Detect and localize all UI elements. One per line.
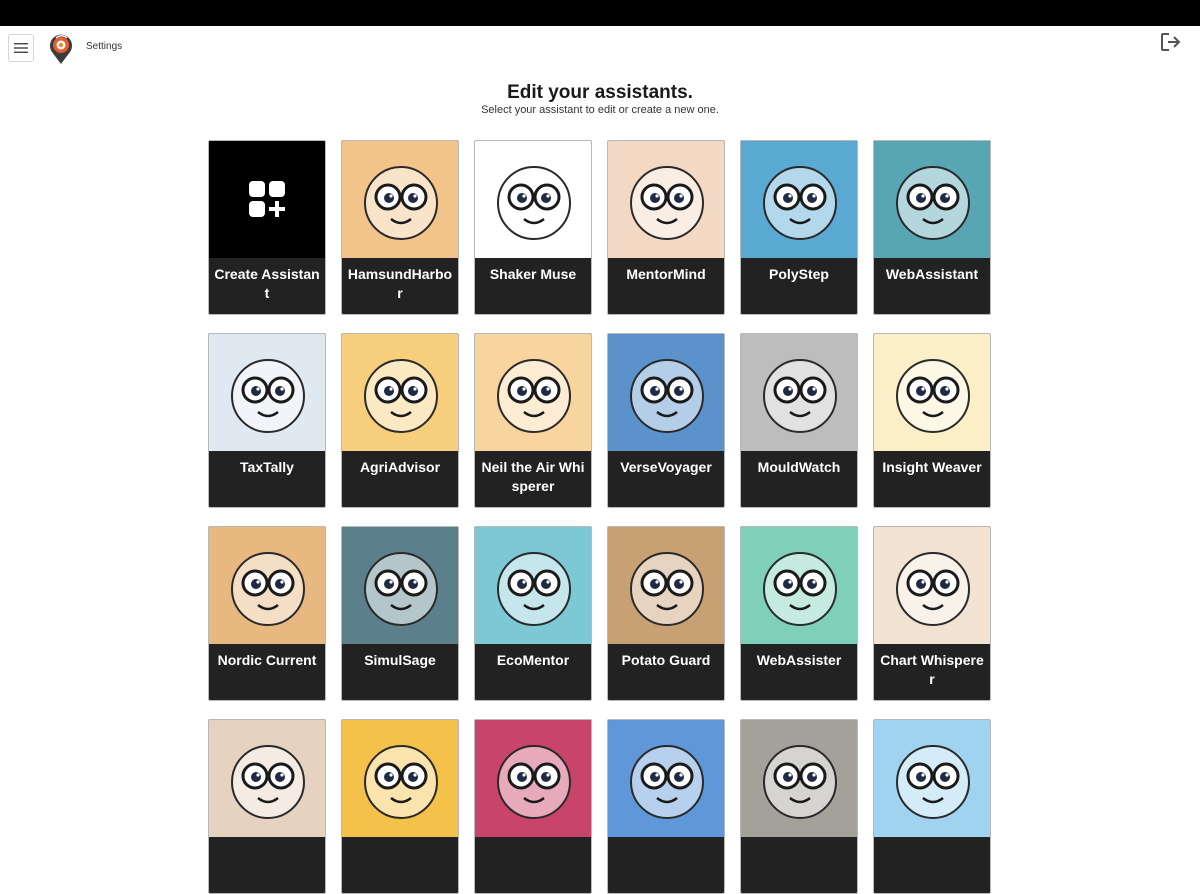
- app-logo-icon[interactable]: [47, 33, 75, 65]
- assistant-card[interactable]: [740, 719, 858, 894]
- card-label: WebAssister: [756, 652, 842, 668]
- sun-icon: [475, 527, 591, 644]
- owl-books-icon: [342, 141, 458, 258]
- settings-link[interactable]: Settings: [86, 41, 122, 52]
- lightbulb-icon: [209, 527, 325, 644]
- page-subtitle: Select your assistant to edit or create …: [481, 104, 719, 116]
- card-label: Shaker Muse: [489, 266, 577, 282]
- card-label: Chart Whisperer: [880, 652, 984, 687]
- assistant-card[interactable]: Chart Whisperer: [873, 526, 991, 701]
- assistant-card[interactable]: HamsundHarbor: [341, 140, 459, 315]
- card-label: Create Assistant: [214, 266, 320, 301]
- emoji-glasses-icon: [874, 141, 990, 258]
- hamburger-icon: [14, 43, 28, 53]
- colorful-brain-icon: [475, 720, 591, 837]
- assistant-card[interactable]: Insight Weaver: [873, 333, 991, 508]
- card-label: AgriAdvisor: [359, 459, 441, 475]
- helmet-face-icon: [342, 720, 458, 837]
- assistant-card[interactable]: AgriAdvisor: [341, 333, 459, 508]
- card-label: HamsundHarbor: [347, 266, 453, 301]
- card-label: WebAssistant: [885, 266, 979, 282]
- app-header: Settings: [0, 26, 1200, 72]
- assistant-card[interactable]: Shaker Muse: [474, 140, 592, 315]
- assistant-card[interactable]: Nordic Current: [208, 526, 326, 701]
- card-label: Nordic Current: [217, 652, 317, 668]
- card-label: MentorMind: [626, 266, 706, 282]
- assistant-card[interactable]: WebAssistant: [873, 140, 991, 315]
- calculator-icon: [209, 334, 325, 451]
- assistant-card[interactable]: Neil the Air Whisperer: [474, 333, 592, 508]
- card-label: EcoMentor: [496, 652, 570, 668]
- code-robot-icon: [874, 720, 990, 837]
- top-bar: [0, 0, 1200, 26]
- graduate-robot-icon: [608, 334, 724, 451]
- clipboard-robot-icon: [741, 527, 857, 644]
- logout-button[interactable]: [1160, 32, 1182, 52]
- helmet-robot-icon: [342, 527, 458, 644]
- card-label: SimulSage: [364, 652, 436, 668]
- card-label: TaxTally: [240, 459, 294, 475]
- assistant-card[interactable]: [474, 719, 592, 894]
- assistant-card[interactable]: SimulSage: [341, 526, 459, 701]
- cloud-icon: [741, 334, 857, 451]
- assistant-card[interactable]: Potato Guard: [607, 526, 725, 701]
- card-label: Insight Weaver: [882, 459, 982, 475]
- card-label: Neil the Air Whisperer: [481, 459, 585, 494]
- assistant-card[interactable]: [208, 719, 326, 894]
- assistant-card[interactable]: EcoMentor: [474, 526, 592, 701]
- graduate-owl-icon: [741, 720, 857, 837]
- magnifier-robot-icon: [874, 334, 990, 451]
- robot-pencil-icon: [608, 141, 724, 258]
- card-label: MouldWatch: [757, 459, 841, 475]
- owl-feather-icon: [475, 141, 591, 258]
- logout-icon: [1161, 33, 1181, 51]
- card-label: VerseVoyager: [620, 459, 712, 475]
- menu-button[interactable]: [8, 34, 34, 62]
- assistant-card[interactable]: VerseVoyager: [607, 333, 725, 508]
- chart-glasses-icon: [874, 527, 990, 644]
- card-label: Potato Guard: [621, 652, 711, 668]
- baby-robot-icon: [475, 334, 591, 451]
- grid-plus-icon: [209, 141, 325, 258]
- page-title: Edit your assistants.: [507, 82, 693, 103]
- assistant-card[interactable]: PolyStep: [740, 140, 858, 315]
- assistant-card[interactable]: MouldWatch: [740, 333, 858, 508]
- assistant-card[interactable]: MentorMind: [607, 140, 725, 315]
- bitcoin-owl-icon: [608, 720, 724, 837]
- assistant-card[interactable]: [607, 719, 725, 894]
- assistant-card[interactable]: WebAssister: [740, 526, 858, 701]
- shoe-icon: [741, 141, 857, 258]
- assistant-card[interactable]: [873, 719, 991, 894]
- assistant-card[interactable]: [341, 719, 459, 894]
- card-label: PolyStep: [769, 266, 829, 282]
- leaf-robot-icon: [342, 334, 458, 451]
- assistant-card[interactable]: TaxTally: [208, 333, 326, 508]
- camera-lens-icon: [209, 720, 325, 837]
- create-assistant-card[interactable]: Create Assistant: [208, 140, 326, 315]
- potato-icon: [608, 527, 724, 644]
